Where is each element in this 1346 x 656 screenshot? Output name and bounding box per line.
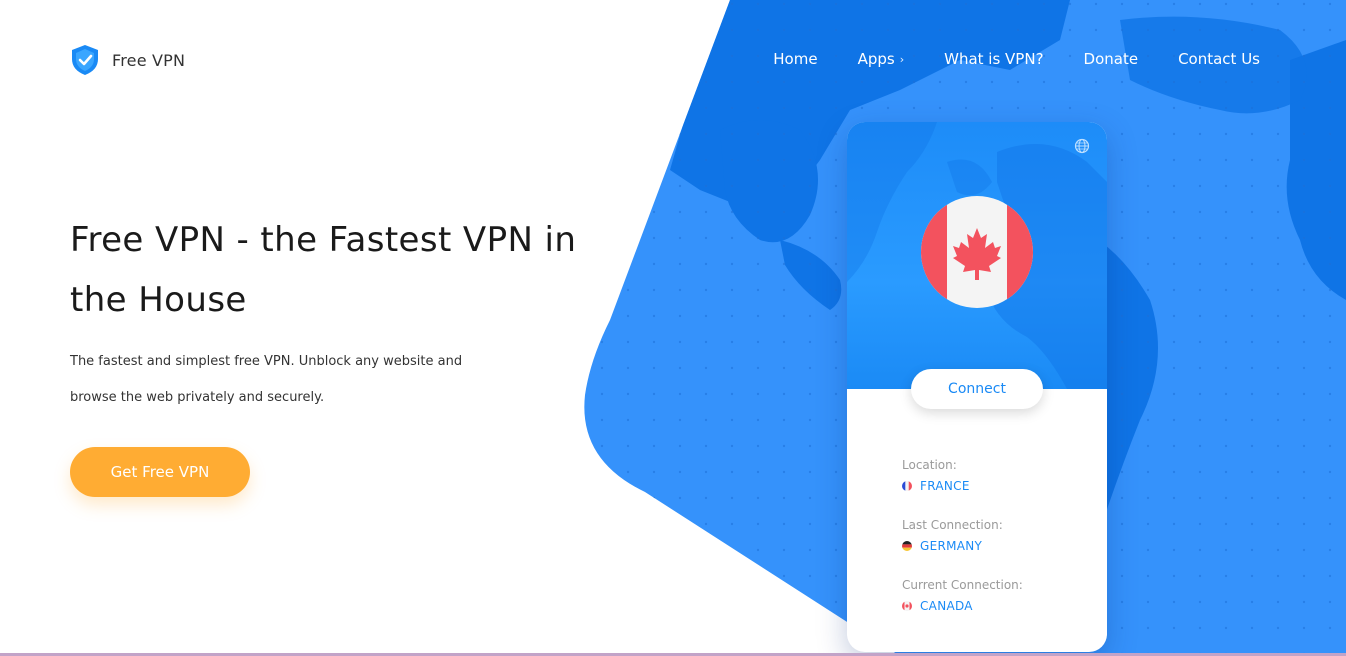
globe-icon[interactable] [1074,138,1090,154]
last-connection-info: Last Connection: GERMANY [902,518,1092,553]
chevron-right-icon: › [899,52,905,66]
nav-what-is-vpn[interactable]: What is VPN? [944,50,1043,68]
current-connection-value-row: CANADA [902,599,1092,613]
current-connection-info: Current Connection: CANADA [902,578,1092,613]
nav-apps-label: Apps [857,50,895,68]
last-connection-label: Last Connection: [902,518,1003,532]
brand-logo[interactable]: Free VPN [70,44,185,76]
app-mockup-header [847,122,1107,389]
nav-contact-us[interactable]: Contact Us [1178,50,1260,68]
nav-donate[interactable]: Donate [1084,50,1139,68]
canada-flag-icon [921,196,1033,308]
current-connection-label: Current Connection: [902,578,1023,592]
main-nav: Home Apps › What is VPN? Donate Contact … [773,50,1260,68]
location-info: Location: FRANCE [902,458,1092,493]
canada-flag-mini-icon [902,601,912,611]
last-connection-value-row: GERMANY [902,539,1092,553]
connect-button[interactable]: Connect [911,369,1043,409]
hero-title: Free VPN - the Fastest VPN in the House [70,220,577,320]
current-connection-value: CANADA [920,599,973,613]
nav-home[interactable]: Home [773,50,817,68]
nav-apps[interactable]: Apps › [858,50,905,68]
hero-subtitle: The fastest and simplest free VPN. Unblo… [70,354,463,405]
brand-name: Free VPN [112,50,186,70]
get-free-vpn-button[interactable]: Get Free VPN [70,447,250,497]
last-connection-value: GERMANY [920,539,983,553]
location-value-row: FRANCE [902,479,1092,493]
france-flag-icon [902,481,912,491]
germany-flag-icon [902,541,912,551]
location-value: FRANCE [920,479,970,493]
app-mockup-card: Connect Location: FRANCE Last Connection… [847,122,1107,652]
location-label: Location: [902,458,957,472]
shield-check-icon [72,45,98,75]
